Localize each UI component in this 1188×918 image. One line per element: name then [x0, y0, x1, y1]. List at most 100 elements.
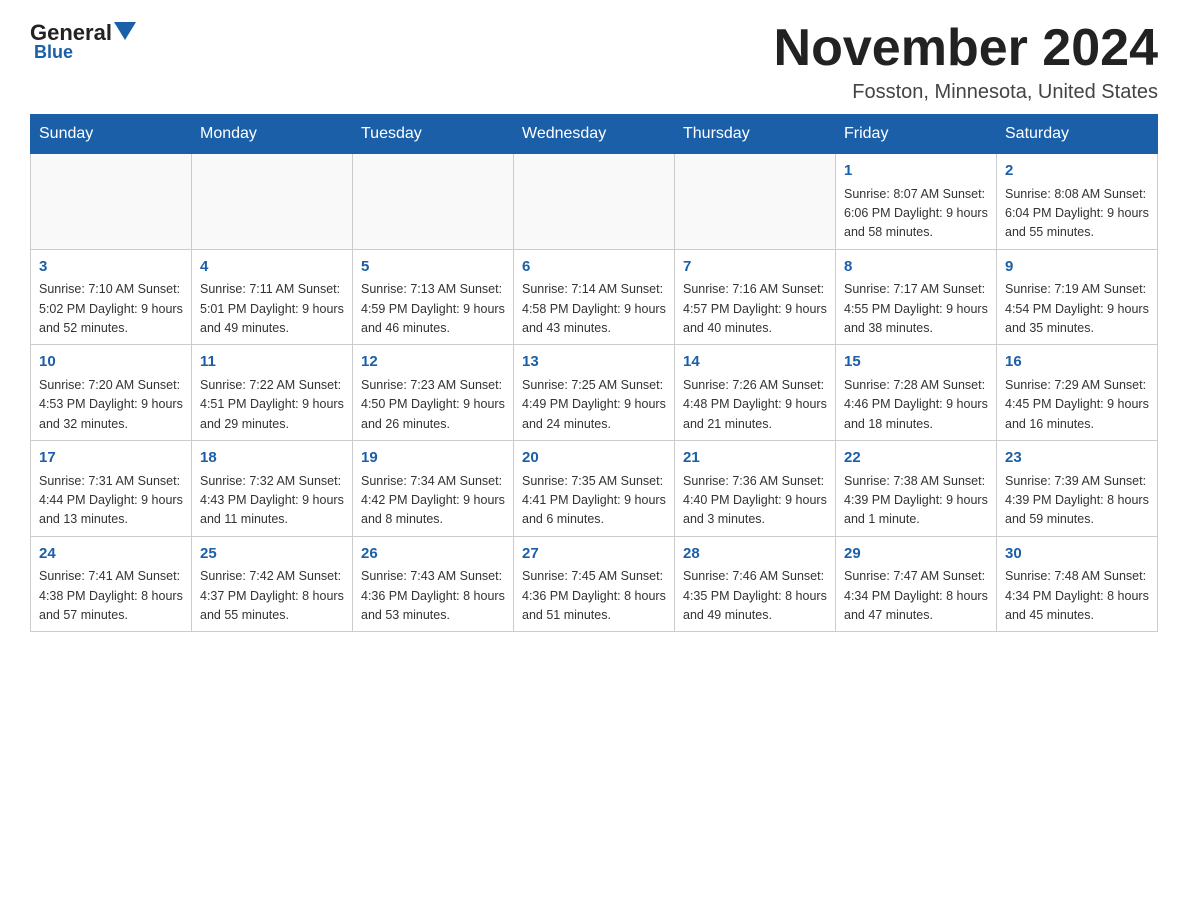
day-number: 5	[361, 256, 505, 279]
month-title: November 2024	[774, 20, 1158, 77]
day-number: 24	[39, 543, 183, 566]
day-info: Sunrise: 8:08 AM Sunset: 6:04 PM Dayligh…	[1005, 185, 1149, 243]
day-info: Sunrise: 7:35 AM Sunset: 4:41 PM Dayligh…	[522, 472, 666, 530]
page-header: General Blue November 2024 Fosston, Minn…	[30, 20, 1158, 104]
day-info: Sunrise: 7:42 AM Sunset: 4:37 PM Dayligh…	[200, 567, 344, 625]
day-info: Sunrise: 7:20 AM Sunset: 4:53 PM Dayligh…	[39, 376, 183, 434]
day-number: 11	[200, 351, 344, 374]
day-info: Sunrise: 7:17 AM Sunset: 4:55 PM Dayligh…	[844, 280, 988, 338]
day-of-week-header: Sunday	[31, 115, 192, 154]
day-number: 26	[361, 543, 505, 566]
day-info: Sunrise: 7:36 AM Sunset: 4:40 PM Dayligh…	[683, 472, 827, 530]
calendar-day-cell: 3Sunrise: 7:10 AM Sunset: 5:02 PM Daylig…	[31, 249, 192, 345]
day-number: 2	[1005, 160, 1149, 183]
calendar-day-cell: 20Sunrise: 7:35 AM Sunset: 4:41 PM Dayli…	[514, 441, 675, 537]
calendar-day-cell: 30Sunrise: 7:48 AM Sunset: 4:34 PM Dayli…	[997, 536, 1158, 632]
calendar-day-cell: 8Sunrise: 7:17 AM Sunset: 4:55 PM Daylig…	[836, 249, 997, 345]
day-info: Sunrise: 7:13 AM Sunset: 4:59 PM Dayligh…	[361, 280, 505, 338]
calendar-day-cell: 22Sunrise: 7:38 AM Sunset: 4:39 PM Dayli…	[836, 441, 997, 537]
day-info: Sunrise: 7:43 AM Sunset: 4:36 PM Dayligh…	[361, 567, 505, 625]
day-info: Sunrise: 7:25 AM Sunset: 4:49 PM Dayligh…	[522, 376, 666, 434]
calendar-day-cell: 27Sunrise: 7:45 AM Sunset: 4:36 PM Dayli…	[514, 536, 675, 632]
calendar-day-cell: 23Sunrise: 7:39 AM Sunset: 4:39 PM Dayli…	[997, 441, 1158, 537]
calendar-day-cell: 11Sunrise: 7:22 AM Sunset: 4:51 PM Dayli…	[192, 345, 353, 441]
location: Fosston, Minnesota, United States	[774, 81, 1158, 104]
day-of-week-header: Monday	[192, 115, 353, 154]
day-number: 19	[361, 447, 505, 470]
day-info: Sunrise: 7:14 AM Sunset: 4:58 PM Dayligh…	[522, 280, 666, 338]
calendar-day-cell	[192, 154, 353, 250]
calendar-day-cell: 17Sunrise: 7:31 AM Sunset: 4:44 PM Dayli…	[31, 441, 192, 537]
day-number: 29	[844, 543, 988, 566]
day-info: Sunrise: 7:39 AM Sunset: 4:39 PM Dayligh…	[1005, 472, 1149, 530]
day-info: Sunrise: 7:31 AM Sunset: 4:44 PM Dayligh…	[39, 472, 183, 530]
day-number: 25	[200, 543, 344, 566]
title-section: November 2024 Fosston, Minnesota, United…	[774, 20, 1158, 104]
calendar-week-row: 10Sunrise: 7:20 AM Sunset: 4:53 PM Dayli…	[31, 345, 1158, 441]
calendar-day-cell: 29Sunrise: 7:47 AM Sunset: 4:34 PM Dayli…	[836, 536, 997, 632]
calendar-week-row: 3Sunrise: 7:10 AM Sunset: 5:02 PM Daylig…	[31, 249, 1158, 345]
day-info: Sunrise: 7:22 AM Sunset: 4:51 PM Dayligh…	[200, 376, 344, 434]
day-number: 22	[844, 447, 988, 470]
day-info: Sunrise: 7:45 AM Sunset: 4:36 PM Dayligh…	[522, 567, 666, 625]
calendar-day-cell: 26Sunrise: 7:43 AM Sunset: 4:36 PM Dayli…	[353, 536, 514, 632]
logo-triangle-icon	[114, 20, 136, 46]
day-number: 10	[39, 351, 183, 374]
calendar-day-cell	[514, 154, 675, 250]
day-number: 1	[844, 160, 988, 183]
day-info: Sunrise: 7:46 AM Sunset: 4:35 PM Dayligh…	[683, 567, 827, 625]
day-of-week-header: Tuesday	[353, 115, 514, 154]
day-number: 21	[683, 447, 827, 470]
day-number: 12	[361, 351, 505, 374]
calendar-day-cell: 6Sunrise: 7:14 AM Sunset: 4:58 PM Daylig…	[514, 249, 675, 345]
day-info: Sunrise: 7:28 AM Sunset: 4:46 PM Dayligh…	[844, 376, 988, 434]
day-number: 14	[683, 351, 827, 374]
day-info: Sunrise: 7:26 AM Sunset: 4:48 PM Dayligh…	[683, 376, 827, 434]
calendar-week-row: 1Sunrise: 8:07 AM Sunset: 6:06 PM Daylig…	[31, 154, 1158, 250]
calendar-day-cell: 4Sunrise: 7:11 AM Sunset: 5:01 PM Daylig…	[192, 249, 353, 345]
day-info: Sunrise: 7:48 AM Sunset: 4:34 PM Dayligh…	[1005, 567, 1149, 625]
logo: General Blue	[30, 20, 136, 63]
calendar-day-cell	[353, 154, 514, 250]
calendar-day-cell: 19Sunrise: 7:34 AM Sunset: 4:42 PM Dayli…	[353, 441, 514, 537]
day-number: 18	[200, 447, 344, 470]
calendar-day-cell: 14Sunrise: 7:26 AM Sunset: 4:48 PM Dayli…	[675, 345, 836, 441]
day-number: 8	[844, 256, 988, 279]
day-info: Sunrise: 7:29 AM Sunset: 4:45 PM Dayligh…	[1005, 376, 1149, 434]
calendar-day-cell: 21Sunrise: 7:36 AM Sunset: 4:40 PM Dayli…	[675, 441, 836, 537]
calendar-day-cell: 5Sunrise: 7:13 AM Sunset: 4:59 PM Daylig…	[353, 249, 514, 345]
day-of-week-header: Wednesday	[514, 115, 675, 154]
day-number: 20	[522, 447, 666, 470]
calendar-day-cell: 15Sunrise: 7:28 AM Sunset: 4:46 PM Dayli…	[836, 345, 997, 441]
day-info: Sunrise: 7:34 AM Sunset: 4:42 PM Dayligh…	[361, 472, 505, 530]
day-number: 4	[200, 256, 344, 279]
logo-blue: Blue	[34, 42, 73, 63]
calendar-table: SundayMondayTuesdayWednesdayThursdayFrid…	[30, 114, 1158, 632]
day-info: Sunrise: 7:10 AM Sunset: 5:02 PM Dayligh…	[39, 280, 183, 338]
day-number: 9	[1005, 256, 1149, 279]
day-info: Sunrise: 7:19 AM Sunset: 4:54 PM Dayligh…	[1005, 280, 1149, 338]
calendar-day-cell: 7Sunrise: 7:16 AM Sunset: 4:57 PM Daylig…	[675, 249, 836, 345]
calendar-week-row: 24Sunrise: 7:41 AM Sunset: 4:38 PM Dayli…	[31, 536, 1158, 632]
day-number: 7	[683, 256, 827, 279]
day-info: Sunrise: 7:23 AM Sunset: 4:50 PM Dayligh…	[361, 376, 505, 434]
day-number: 23	[1005, 447, 1149, 470]
calendar-day-cell: 2Sunrise: 8:08 AM Sunset: 6:04 PM Daylig…	[997, 154, 1158, 250]
calendar-day-cell: 13Sunrise: 7:25 AM Sunset: 4:49 PM Dayli…	[514, 345, 675, 441]
calendar-day-cell: 18Sunrise: 7:32 AM Sunset: 4:43 PM Dayli…	[192, 441, 353, 537]
day-number: 28	[683, 543, 827, 566]
day-number: 13	[522, 351, 666, 374]
day-info: Sunrise: 7:38 AM Sunset: 4:39 PM Dayligh…	[844, 472, 988, 530]
day-info: Sunrise: 7:32 AM Sunset: 4:43 PM Dayligh…	[200, 472, 344, 530]
calendar-header-row: SundayMondayTuesdayWednesdayThursdayFrid…	[31, 115, 1158, 154]
day-of-week-header: Friday	[836, 115, 997, 154]
day-info: Sunrise: 7:16 AM Sunset: 4:57 PM Dayligh…	[683, 280, 827, 338]
day-number: 3	[39, 256, 183, 279]
calendar-day-cell	[675, 154, 836, 250]
day-number: 17	[39, 447, 183, 470]
day-number: 15	[844, 351, 988, 374]
day-number: 6	[522, 256, 666, 279]
calendar-day-cell: 16Sunrise: 7:29 AM Sunset: 4:45 PM Dayli…	[997, 345, 1158, 441]
day-info: Sunrise: 7:11 AM Sunset: 5:01 PM Dayligh…	[200, 280, 344, 338]
calendar-day-cell: 10Sunrise: 7:20 AM Sunset: 4:53 PM Dayli…	[31, 345, 192, 441]
